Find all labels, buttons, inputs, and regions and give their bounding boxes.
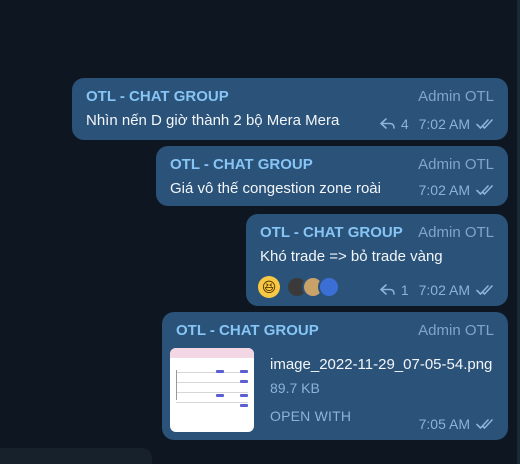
incoming-message-edge [0, 448, 152, 464]
message-meta: 1 7:02 AM [380, 282, 496, 298]
open-with-link[interactable]: OPEN WITH [270, 408, 351, 424]
reactions[interactable]: 😆 [258, 276, 340, 298]
sender-name[interactable]: OTL - CHAT GROUP [86, 88, 229, 105]
avatar [318, 276, 340, 298]
file-name[interactable]: image_2022-11-29_07-05-54.png [270, 356, 492, 373]
replies-link[interactable]: 1 [380, 282, 409, 298]
author-tag: Admin OTL [418, 224, 494, 241]
message-meta: 7:05 AM [419, 416, 496, 432]
file-size: 89.7 KB [270, 380, 320, 396]
sender-name[interactable]: OTL - CHAT GROUP [170, 156, 313, 173]
message-time: 7:05 AM [418, 416, 470, 432]
message-bubble[interactable]: OTL - CHAT GROUP Admin OTL Khó trade => … [246, 214, 508, 306]
laughing-emoji-reaction[interactable]: 😆 [258, 276, 280, 298]
message-text: Nhìn nến D giờ thành 2 bộ Mera Mera [86, 112, 340, 129]
message-meta: 7:02 AM [419, 182, 496, 198]
message-bubble[interactable]: OTL - CHAT GROUP Admin OTL image_2022-11… [162, 312, 508, 440]
message-time: 7:02 AM [418, 282, 470, 298]
double-check-icon [476, 118, 496, 130]
message-text: Khó trade => bỏ trade vàng [260, 248, 443, 265]
author-tag: Admin OTL [418, 322, 494, 339]
image-thumbnail[interactable] [170, 348, 254, 432]
message-bubble[interactable]: OTL - CHAT GROUP Admin OTL Nhìn nến D gi… [72, 78, 508, 140]
message-text: Giá vô thế congestion zone roài [170, 180, 381, 197]
message-time: 7:02 AM [418, 116, 470, 132]
reply-count: 1 [400, 282, 409, 298]
reactor-avatars [286, 276, 340, 298]
sender-name[interactable]: OTL - CHAT GROUP [260, 224, 403, 241]
replies-link[interactable]: 4 [380, 116, 409, 132]
double-check-icon [476, 418, 496, 430]
reply-icon [380, 118, 396, 130]
reply-count: 4 [400, 116, 409, 132]
message-time: 7:02 AM [418, 182, 470, 198]
message-meta: 4 7:02 AM [380, 116, 496, 132]
message-bubble[interactable]: OTL - CHAT GROUP Admin OTL Giá vô thế co… [156, 146, 508, 206]
author-tag: Admin OTL [418, 88, 494, 105]
reply-icon [380, 284, 396, 296]
sender-name[interactable]: OTL - CHAT GROUP [176, 322, 319, 339]
author-tag: Admin OTL [418, 156, 494, 173]
double-check-icon [476, 284, 496, 296]
double-check-icon [476, 184, 496, 196]
